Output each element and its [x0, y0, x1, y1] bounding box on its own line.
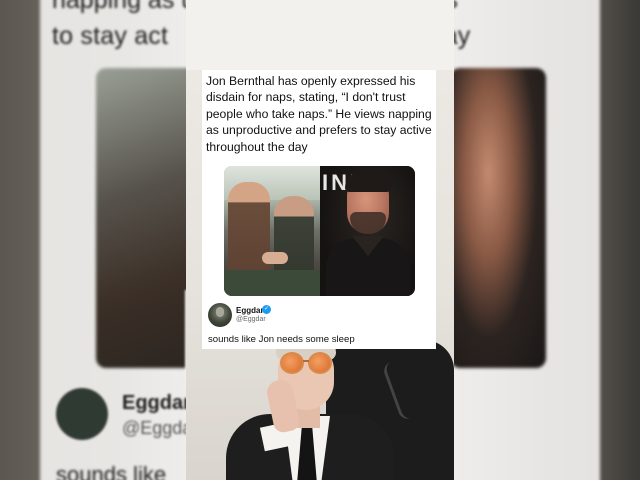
post-card[interactable]: Jon Bernthal has openly expressed his di… [202, 70, 436, 349]
background-reply-text: sounds like [56, 462, 167, 480]
background-avatar [56, 388, 108, 440]
photo-table [224, 270, 320, 296]
avatar-face [216, 307, 224, 317]
background-author-name: Eggdar [122, 392, 191, 414]
post-image-left[interactable] [224, 166, 320, 296]
sunglasses-left-lens [280, 352, 304, 374]
reply-author-handle[interactable]: @Eggdar [236, 316, 266, 323]
post-image-grid[interactable]: INE [224, 166, 415, 296]
card-divider [202, 296, 436, 297]
background-photo-right [450, 68, 546, 368]
sunglasses-bridge [303, 360, 309, 362]
reply-author-name[interactable]: Eggdar [236, 306, 264, 315]
sunglasses-right-lens [308, 352, 332, 374]
reply-text: sounds like Jon needs some sleep [208, 334, 355, 345]
wall-panel [186, 0, 454, 70]
photo-handshake [262, 252, 288, 264]
background-line-left: to stay act [52, 22, 169, 50]
portrait-hair [345, 172, 391, 192]
reply-avatar[interactable] [208, 303, 232, 327]
post-caption: Jon Bernthal has openly expressed his di… [206, 74, 432, 154]
verified-badge-icon: ✓ [262, 305, 271, 314]
post-image-right[interactable]: INE [320, 166, 415, 296]
portrait-beard [350, 212, 386, 234]
